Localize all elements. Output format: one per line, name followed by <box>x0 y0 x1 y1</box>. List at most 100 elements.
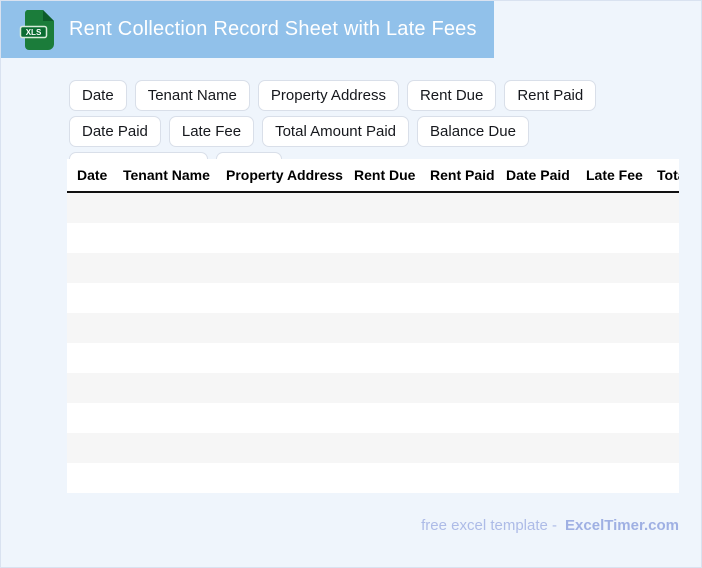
empty-cell <box>657 313 679 343</box>
empty-cell <box>67 223 123 253</box>
field-chip-date-paid[interactable]: Date Paid <box>69 116 161 147</box>
empty-cell <box>67 463 123 493</box>
column-header: Rent Due <box>354 159 430 193</box>
empty-cell <box>506 223 586 253</box>
empty-cell <box>226 373 354 403</box>
record-table: Date Tenant Name Property Address Rent Due R… <box>67 159 679 493</box>
empty-cell <box>123 283 226 313</box>
empty-cell <box>123 313 226 343</box>
empty-cell <box>123 403 226 433</box>
empty-cell <box>354 313 430 343</box>
empty-cell <box>657 223 679 253</box>
xls-file-icon: XLS <box>19 9 54 50</box>
empty-cell <box>430 283 506 313</box>
empty-cell <box>586 343 657 373</box>
empty-cell <box>430 343 506 373</box>
empty-cell <box>67 283 123 313</box>
empty-cell <box>506 192 586 223</box>
empty-cell <box>586 283 657 313</box>
title-bar: XLS Rent Collection Record Sheet with La… <box>1 1 494 58</box>
empty-cell <box>586 223 657 253</box>
empty-cell <box>430 223 506 253</box>
empty-cell <box>506 283 586 313</box>
field-chip-balance-due[interactable]: Balance Due <box>417 116 529 147</box>
empty-cell <box>67 192 123 223</box>
empty-cell <box>123 192 226 223</box>
footer-text: free excel template - <box>421 517 558 534</box>
empty-cell <box>226 253 354 283</box>
empty-cell <box>506 403 586 433</box>
empty-cell <box>586 463 657 493</box>
empty-cell <box>657 373 679 403</box>
empty-cell <box>354 373 430 403</box>
field-chip-late-fee[interactable]: Late Fee <box>168 116 255 147</box>
empty-cell <box>586 313 657 343</box>
empty-cell <box>123 373 226 403</box>
empty-cell <box>226 433 354 463</box>
empty-cell <box>123 253 226 283</box>
empty-cell <box>67 403 123 433</box>
table-row <box>67 373 679 403</box>
empty-cell <box>226 313 354 343</box>
table-row <box>67 433 679 463</box>
field-chip-property-address[interactable]: Property Address <box>257 80 399 111</box>
empty-cell <box>226 223 354 253</box>
empty-cell <box>430 373 506 403</box>
field-chip-rent-due[interactable]: Rent Due <box>406 80 497 111</box>
xls-label: XLS <box>26 28 42 37</box>
field-chip-total-amount-paid[interactable]: Total Amount Paid <box>262 116 410 147</box>
empty-cell <box>123 463 226 493</box>
empty-cell <box>354 343 430 373</box>
table-row <box>67 313 679 343</box>
brand-link[interactable]: ExcelTimer.com <box>565 517 679 534</box>
column-header: Date Paid <box>506 159 586 193</box>
footer: free excel template - ExcelTimer.com <box>421 517 679 534</box>
empty-cell <box>657 283 679 313</box>
column-header: Rent Paid <box>430 159 506 193</box>
empty-cell <box>226 343 354 373</box>
column-header: Total Amount Paid <box>657 159 679 193</box>
empty-cell <box>657 433 679 463</box>
empty-cell <box>506 463 586 493</box>
field-chip-date[interactable]: Date <box>69 80 127 111</box>
empty-cell <box>123 223 226 253</box>
empty-cell <box>354 223 430 253</box>
empty-cell <box>67 313 123 343</box>
column-header: Date <box>67 159 123 193</box>
table-row <box>67 343 679 373</box>
empty-cell <box>354 463 430 493</box>
table-row <box>67 283 679 313</box>
empty-cell <box>430 433 506 463</box>
empty-cell <box>657 192 679 223</box>
empty-cell <box>586 433 657 463</box>
field-chip-rent-paid[interactable]: Rent Paid <box>504 80 597 111</box>
empty-cell <box>586 403 657 433</box>
empty-cell <box>354 253 430 283</box>
empty-cell <box>430 192 506 223</box>
empty-cell <box>657 463 679 493</box>
empty-cell <box>430 313 506 343</box>
empty-cell <box>430 403 506 433</box>
empty-cell <box>226 463 354 493</box>
empty-cell <box>354 283 430 313</box>
field-chip-tenant-name[interactable]: Tenant Name <box>134 80 250 111</box>
empty-cell <box>67 373 123 403</box>
table-row <box>67 253 679 283</box>
empty-cell <box>586 192 657 223</box>
empty-cell <box>67 433 123 463</box>
empty-cell <box>354 433 430 463</box>
column-header: Tenant Name <box>123 159 226 193</box>
empty-cell <box>67 343 123 373</box>
empty-cell <box>586 253 657 283</box>
empty-cell <box>354 192 430 223</box>
empty-cell <box>354 403 430 433</box>
empty-cell <box>123 343 226 373</box>
empty-cell <box>657 343 679 373</box>
empty-cell <box>657 403 679 433</box>
empty-cell <box>123 433 226 463</box>
empty-cell <box>430 463 506 493</box>
empty-cell <box>226 192 354 223</box>
column-header: Late Fee <box>586 159 657 193</box>
header-row: Date Tenant Name Property Address Rent Due R… <box>67 159 679 193</box>
empty-cell <box>506 433 586 463</box>
